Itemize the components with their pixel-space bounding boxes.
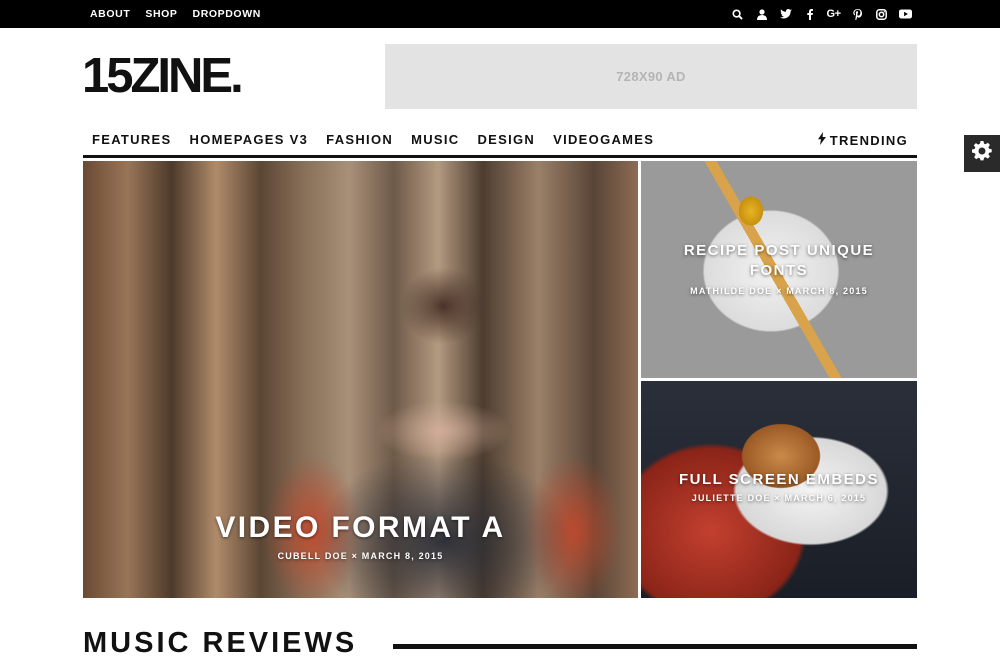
instagram-icon[interactable] (875, 8, 888, 21)
top-link-shop[interactable]: SHOP (145, 8, 177, 20)
lightning-icon (817, 132, 826, 148)
main-nav: FEATURES HOMEPAGES V3 FASHION MUSIC DESI… (83, 122, 917, 158)
featured-post-caption: VIDEO FORMAT A CUBELL DOE × MARCH 8, 201… (83, 511, 638, 561)
facebook-icon[interactable] (803, 8, 816, 21)
nav-item-features[interactable]: FEATURES (92, 132, 172, 147)
settings-button[interactable] (964, 135, 1000, 172)
featured-post-side-bottom[interactable]: FULL SCREEN EMBEDS JULIETTE DOE × MARCH … (641, 381, 917, 598)
trending-button[interactable]: TRENDING (817, 132, 908, 148)
top-link-about[interactable]: ABOUT (90, 8, 130, 20)
main-menu: FEATURES HOMEPAGES V3 FASHION MUSIC DESI… (92, 132, 654, 147)
post-meta: JULIETTE DOE × MARCH 6, 2015 (641, 493, 917, 503)
gear-icon (972, 141, 992, 166)
post-date: MARCH 8, 2015 (361, 551, 444, 561)
section-divider (393, 644, 917, 649)
social-icons: G+ (731, 0, 912, 28)
music-reviews-section: MUSIC REVIEWS (83, 625, 917, 670)
nav-item-homepages[interactable]: HOMEPAGES V3 (190, 132, 309, 147)
trending-label: TRENDING (829, 132, 908, 148)
featured-post-side-top[interactable]: RECIPE POST UNIQUE FONTS MATHILDE DOE × … (641, 161, 917, 378)
nav-item-design[interactable]: DESIGN (477, 132, 535, 147)
post-author: JULIETTE DOE (691, 493, 771, 503)
top-link-dropdown[interactable]: DROPDOWN (193, 8, 261, 20)
top-nav: ABOUT SHOP DROPDOWN (90, 0, 261, 28)
nav-item-videogames[interactable]: VIDEOGAMES (553, 132, 654, 147)
post-title: FULL SCREEN EMBEDS (678, 471, 880, 488)
meta-separator: × (774, 493, 781, 503)
featured-post-caption: FULL SCREEN EMBEDS JULIETTE DOE × MARCH … (641, 471, 917, 503)
search-icon[interactable] (731, 8, 744, 21)
google-plus-icon[interactable]: G+ (827, 8, 841, 21)
nav-item-music[interactable]: MUSIC (411, 132, 459, 147)
nav-item-fashion[interactable]: FASHION (326, 132, 393, 147)
pinterest-icon[interactable] (851, 8, 864, 21)
twitter-icon[interactable] (779, 8, 792, 21)
post-author: CUBELL DOE (277, 551, 348, 561)
post-meta: MATHILDE DOE × MARCH 8, 2015 (671, 286, 887, 296)
post-meta: CUBELL DOE × MARCH 8, 2015 (83, 551, 638, 561)
meta-separator: × (351, 551, 359, 561)
featured-post-caption: RECIPE POST UNIQUE FONTS MATHILDE DOE × … (641, 241, 917, 296)
post-title: RECIPE POST UNIQUE FONTS (683, 242, 875, 279)
user-icon[interactable] (755, 8, 768, 21)
featured-post-main[interactable]: VIDEO FORMAT A CUBELL DOE × MARCH 8, 201… (83, 161, 638, 598)
ad-banner[interactable]: 728X90 AD (385, 44, 917, 109)
post-date: MARCH 6, 2015 (784, 493, 867, 503)
post-title: VIDEO FORMAT A (215, 511, 506, 544)
top-bar: ABOUT SHOP DROPDOWN G+ (0, 0, 1000, 28)
post-date: MARCH 8, 2015 (786, 286, 868, 296)
site-logo[interactable]: 15ZINE. (82, 52, 244, 101)
meta-separator: × (776, 286, 783, 296)
youtube-icon[interactable] (899, 8, 912, 21)
ad-label: 728X90 AD (616, 69, 686, 84)
post-author: MATHILDE DOE (690, 286, 773, 296)
section-title: MUSIC REVIEWS (83, 627, 358, 659)
